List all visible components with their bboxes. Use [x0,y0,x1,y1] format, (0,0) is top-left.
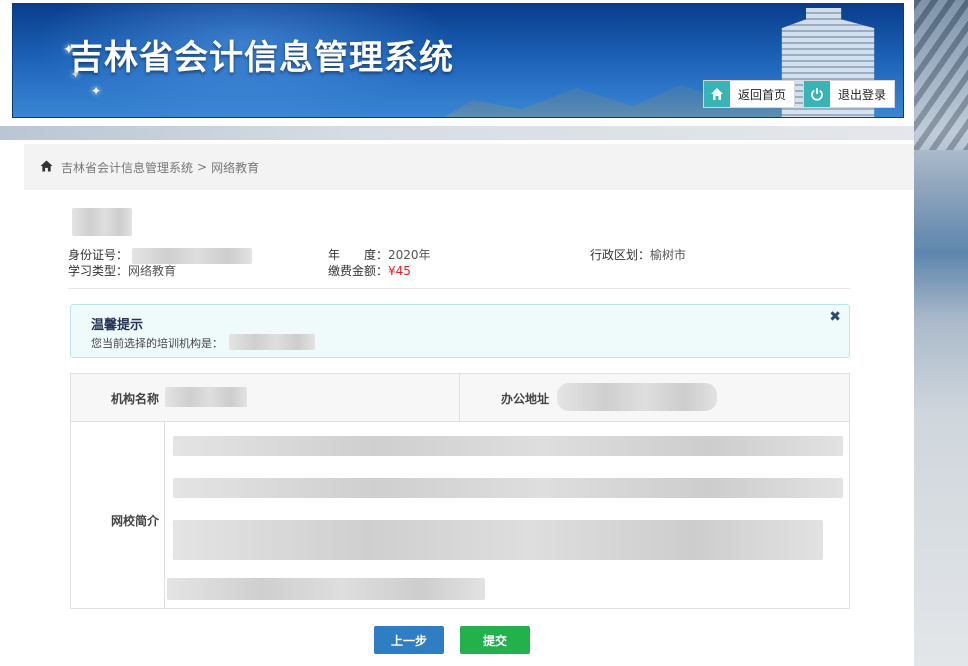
breadcrumb-root[interactable]: 吉林省会计信息管理系统 [61,159,193,176]
header-band [0,126,914,140]
fee-field: 缴费金额：¥45 [328,262,411,279]
close-icon[interactable]: ✖ [829,309,841,325]
divider [68,288,850,289]
school-intro-label: 网校简介 [111,514,160,528]
home-icon [704,81,730,107]
breadcrumb-current: 网络教育 [211,160,260,175]
redacted-intro-line [173,478,843,498]
notice-box: 温馨提示 您当前选择的培训机构是： ✖ [70,304,850,358]
fee-value: ¥45 [388,264,411,278]
redacted-office-address [557,383,717,411]
study-type-field: 学习类型：网络教育 [68,262,176,279]
logout-button-label: 退出登录 [838,87,887,102]
redacted-intro-line [167,578,485,600]
year-field: 年 度：2020年 [328,246,431,263]
breadcrumb-separator: > [197,160,208,174]
district-field: 行政区划：榆树市 [590,246,686,263]
power-icon [804,81,830,107]
id-number-label: 身份证号： [68,248,129,262]
year-value: 2020年 [388,248,431,262]
system-title: 吉林省会计信息管理系统 [69,38,454,78]
district-value: 榆树市 [650,248,687,262]
header-banner: ✦ ✦ ✦ 吉林省会计信息管理系统 返回首页 退出登录 [12,3,904,118]
office-address-label: 办公地址 [501,392,550,406]
id-number-field: 身份证号： [68,246,252,264]
home-icon[interactable] [40,159,53,175]
column-divider [459,374,460,422]
notice-title: 温馨提示 [91,318,144,333]
submit-button[interactable]: 提交 [460,626,530,654]
redacted-institution-name [165,387,247,407]
redacted-name [72,208,132,236]
institution-name-label: 机构名称 [111,392,160,406]
study-type-value: 网络教育 [128,264,177,278]
study-type-label: 学习类型： [68,264,129,278]
background-scenery [914,0,968,666]
district-label: 行政区划： [590,248,651,262]
redacted-intro-line [173,520,823,560]
sparkle-icon: ✦ [91,84,102,98]
home-button[interactable]: 返回首页 [703,80,796,108]
previous-step-button[interactable]: 上一步 [374,626,444,654]
notice-message: 您当前选择的培训机构是： [91,337,223,350]
institution-table: 机构名称 办公地址 网校简介 [70,373,850,609]
home-button-label: 返回首页 [738,87,787,102]
redacted-institution [229,334,315,350]
fee-label: 缴费金额： [328,264,389,278]
redacted-intro-line [173,436,843,456]
year-label: 年 度： [328,248,389,262]
main-panel: 身份证号： 学习类型：网络教育 年 度：2020年 缴费金额：¥45 行政区划：… [24,190,914,666]
logout-button[interactable]: 退出登录 [803,80,896,108]
breadcrumb: 吉林省会计信息管理系统 > 网络教育 [24,144,914,190]
